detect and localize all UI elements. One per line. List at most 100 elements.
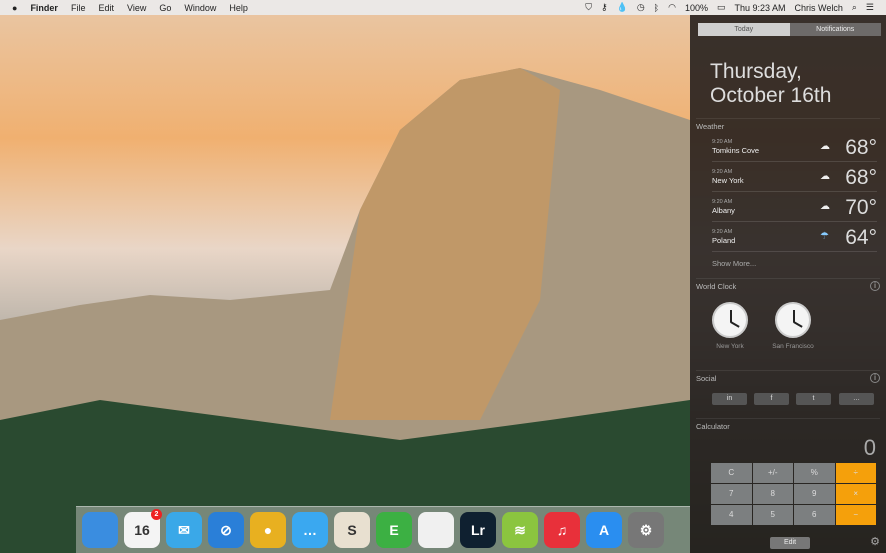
social-title: Social bbox=[696, 374, 717, 383]
notification-center-icon[interactable]: ☰ bbox=[866, 2, 874, 13]
menu-clock[interactable]: Thu 9:23 AM bbox=[734, 3, 785, 13]
dock-app-slack[interactable]: S bbox=[334, 512, 370, 548]
app-icon-glyph: … bbox=[303, 522, 317, 538]
dock-app-finder[interactable] bbox=[82, 512, 118, 548]
nc-tabs: Today Notifications bbox=[698, 23, 881, 36]
key-subtract[interactable]: − bbox=[835, 505, 876, 525]
dock-app-calendar[interactable]: 16 2 bbox=[124, 509, 162, 548]
dock-app-mailbox[interactable]: ✉ bbox=[166, 512, 202, 548]
dock-app-chrome[interactable]: ● bbox=[250, 512, 286, 548]
messages-button[interactable]: … bbox=[839, 393, 874, 405]
social-header: Social i bbox=[696, 370, 880, 383]
calculator-title: Calculator bbox=[696, 422, 730, 431]
cloud-icon: ☁ bbox=[820, 201, 830, 212]
dock-app-system-preferences[interactable]: ⚙ bbox=[628, 512, 664, 548]
key-8[interactable]: 8 bbox=[752, 484, 793, 504]
app-icon-glyph: ♫ bbox=[556, 522, 568, 538]
rain-cloud-icon: ☂ bbox=[820, 231, 829, 242]
menu-window[interactable]: Window bbox=[184, 3, 216, 13]
key-5[interactable]: 5 bbox=[752, 505, 793, 525]
shield-icon[interactable]: ⛉ bbox=[585, 2, 592, 13]
app-icon-glyph: 16 bbox=[134, 522, 150, 538]
dock-app-messages[interactable]: … bbox=[292, 512, 328, 548]
world-clock-title: World Clock bbox=[696, 282, 737, 291]
dock-app-lightroom[interactable]: Lr bbox=[460, 512, 496, 548]
gear-icon[interactable]: ⚙ bbox=[870, 535, 880, 548]
dock-app-evernote[interactable]: E bbox=[376, 512, 412, 548]
weather-temp: 68° bbox=[845, 136, 877, 159]
key-percent[interactable]: % bbox=[794, 463, 835, 483]
key-7[interactable]: 7 bbox=[711, 484, 752, 504]
weather-temp: 70° bbox=[845, 196, 877, 219]
drop-icon[interactable]: 💧 bbox=[617, 2, 628, 13]
dock-app-notes[interactable] bbox=[418, 512, 454, 548]
clock-label: San Francisco bbox=[772, 343, 814, 350]
key-sign[interactable]: +/- bbox=[752, 463, 793, 483]
key-6[interactable]: 6 bbox=[794, 505, 835, 525]
menu-go[interactable]: Go bbox=[159, 3, 171, 13]
key-9[interactable]: 9 bbox=[794, 484, 835, 504]
app-icon-glyph: ● bbox=[263, 522, 273, 538]
show-more-link[interactable]: Show More... bbox=[712, 259, 756, 268]
key-divide[interactable]: ÷ bbox=[835, 463, 876, 483]
dock: 16 2 ✉ ⊘ ● … S E Lr ≋ ♫ A ⚙ bbox=[76, 506, 690, 553]
key-4[interactable]: 4 bbox=[711, 505, 752, 525]
dock-app-safari[interactable]: ⊘ bbox=[208, 512, 244, 548]
calculator-keypad: C +/- % ÷ 7 8 9 × 4 5 6 − bbox=[711, 463, 876, 525]
weather-row[interactable]: 9:20 AM New York ☁ 68° bbox=[712, 163, 877, 192]
battery-text[interactable]: 100% bbox=[685, 3, 708, 13]
twitter-button[interactable]: t bbox=[796, 393, 831, 405]
info-icon[interactable]: i bbox=[870, 281, 880, 291]
time-machine-icon[interactable]: ◷ bbox=[637, 2, 645, 13]
key-clear[interactable]: C bbox=[711, 463, 752, 483]
weather-city: Albany bbox=[712, 206, 735, 215]
menu-file[interactable]: File bbox=[71, 3, 86, 13]
weather-header: Weather bbox=[696, 118, 880, 131]
cloud-icon: ☁ bbox=[820, 171, 830, 182]
spotlight-icon[interactable]: ⌕ bbox=[852, 2, 857, 13]
tab-notifications[interactable]: Notifications bbox=[789, 23, 881, 36]
apple-menu-icon[interactable]: ● bbox=[12, 3, 17, 13]
user-name[interactable]: Chris Welch bbox=[795, 3, 843, 13]
weather-row[interactable]: 9:20 AM Tomkins Cove ☁ 68° bbox=[712, 133, 877, 162]
app-icon-glyph: ≋ bbox=[514, 521, 526, 538]
weather-time: 9:20 AM bbox=[712, 169, 733, 175]
linkedin-button[interactable]: in bbox=[712, 393, 747, 405]
key-multiply[interactable]: × bbox=[835, 484, 876, 504]
bluetooth-icon[interactable]: ᛒ bbox=[654, 3, 659, 13]
weather-row[interactable]: 9:20 AM Albany ☁ 70° bbox=[712, 193, 877, 222]
weather-time: 9:20 AM bbox=[712, 199, 733, 205]
weather-row[interactable]: 9:20 AM Poland ☂ 64° bbox=[712, 223, 877, 252]
weather-time: 9:20 AM bbox=[712, 139, 733, 145]
dock-app-itunes[interactable]: ♫ bbox=[544, 512, 580, 548]
battery-icon[interactable]: ▭ bbox=[717, 2, 726, 13]
today-date: Thursday, October 16th bbox=[710, 60, 831, 108]
app-icon-glyph: ⊘ bbox=[220, 521, 232, 538]
weather-time: 9:20 AM bbox=[712, 229, 733, 235]
weather-temp: 68° bbox=[845, 166, 877, 189]
dock-app-app-store[interactable]: A bbox=[586, 512, 622, 548]
menu-view[interactable]: View bbox=[127, 3, 146, 13]
dock-app-spotify[interactable]: ≋ bbox=[502, 512, 538, 548]
menu-help[interactable]: Help bbox=[229, 3, 248, 13]
app-icon-glyph: ✉ bbox=[178, 521, 190, 538]
date-day: October 16th bbox=[710, 84, 832, 107]
facebook-button[interactable]: f bbox=[754, 393, 789, 405]
app-icon-glyph: E bbox=[389, 522, 399, 538]
app-icon-glyph: A bbox=[598, 522, 610, 538]
weather-city: Poland bbox=[712, 236, 736, 245]
tab-today[interactable]: Today bbox=[698, 23, 790, 36]
clock-label: New York bbox=[716, 343, 744, 350]
info-icon[interactable]: i bbox=[870, 373, 880, 383]
weather-city: New York bbox=[712, 176, 744, 185]
wifi-icon[interactable]: ◠ bbox=[668, 2, 676, 13]
world-clock-header: World Clock i bbox=[696, 278, 880, 291]
menu-bar: ● Finder File Edit View Go Window Help ⛉… bbox=[0, 0, 886, 15]
key-icon[interactable]: ⚷ bbox=[601, 2, 608, 13]
menu-edit[interactable]: Edit bbox=[98, 3, 114, 13]
menu-finder[interactable]: Finder bbox=[30, 3, 58, 13]
weather-title: Weather bbox=[696, 122, 725, 131]
calculator-header: Calculator bbox=[696, 418, 880, 431]
edit-button[interactable]: Edit bbox=[770, 537, 810, 549]
clock-face-icon bbox=[775, 302, 811, 338]
